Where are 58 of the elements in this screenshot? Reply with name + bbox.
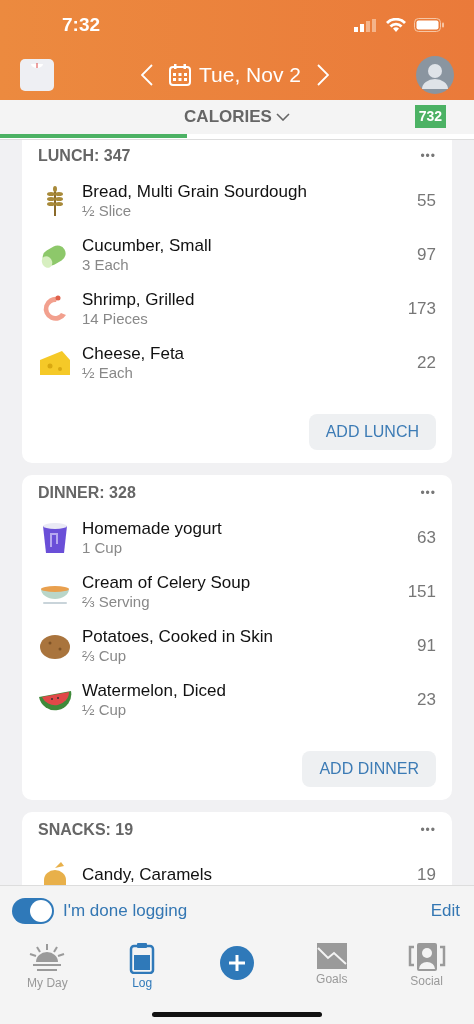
- food-calories: 23: [417, 689, 436, 712]
- meal-title: DINNER: 328: [38, 483, 136, 503]
- food-portion: 3 Each: [82, 256, 130, 275]
- food-name[interactable]: Candy, Caramels: [82, 864, 418, 885]
- food-portion: ⅔ Serving: [82, 593, 151, 612]
- food-calories: 91: [417, 635, 436, 658]
- calendar-icon: [169, 64, 192, 86]
- food-name[interactable]: Shrimp, Grilled: [82, 289, 408, 311]
- chart-icon: [315, 942, 348, 970]
- wifi-icon: [386, 18, 406, 32]
- food-name[interactable]: Watermelon, Diced: [82, 680, 418, 702]
- next-chevron-icon[interactable]: [316, 64, 329, 86]
- calories-remaining-badge: 732: [414, 105, 446, 128]
- food-name[interactable]: Potatoes, Cooked in Skin: [82, 626, 418, 648]
- edit-link[interactable]: Edit: [430, 898, 460, 924]
- food-calories: 151: [407, 581, 436, 604]
- food-calories: 19: [417, 864, 436, 885]
- clipboard-icon: [129, 942, 156, 974]
- food-name[interactable]: Cheese, Feta: [82, 343, 418, 365]
- done-logging-toggle[interactable]: [12, 898, 54, 924]
- log-tab[interactable]: Log: [94, 936, 190, 992]
- food-portion: ⅔ Cup: [82, 647, 128, 666]
- food-calories: 22: [417, 352, 436, 375]
- add-meal-button[interactable]: ADD DINNER: [302, 751, 436, 787]
- chevron-down-icon: [275, 113, 290, 121]
- meal-title: LUNCH: 347: [38, 146, 131, 166]
- date-label[interactable]: Tue, Nov 2: [199, 59, 301, 91]
- add-meal-button[interactable]: ADD LUNCH: [308, 414, 436, 450]
- food-name[interactable]: Homemade yogurt: [82, 518, 418, 540]
- food-calories: 63: [417, 527, 436, 550]
- people-icon: [406, 942, 447, 972]
- food-calories: 97: [417, 244, 436, 267]
- signal-icon: [354, 18, 378, 32]
- more-menu-button[interactable]: •••: [420, 484, 436, 502]
- food-portion: ½ Cup: [82, 701, 128, 720]
- food-name[interactable]: Cream of Celery Soup: [82, 572, 408, 594]
- calories-dropdown[interactable]: CALORIES: [184, 104, 290, 130]
- plus-icon: [220, 946, 254, 980]
- scale-icon[interactable]: [20, 59, 54, 91]
- more-menu-button[interactable]: •••: [420, 821, 436, 839]
- food-calories: 173: [407, 298, 436, 321]
- previous-chevron-icon[interactable]: [141, 64, 154, 86]
- food-portion: 14 Pieces: [82, 310, 149, 329]
- more-menu-button[interactable]: •••: [420, 147, 436, 165]
- avatar[interactable]: [416, 56, 454, 94]
- clock: 7:32: [62, 12, 101, 37]
- battery-icon: [414, 18, 444, 32]
- food-name[interactable]: Bread, Multi Grain Sourdough: [82, 181, 418, 203]
- social-tab[interactable]: Social: [379, 936, 474, 990]
- done-logging-label: I'm done logging: [63, 900, 189, 923]
- goals-tab[interactable]: Goals: [284, 936, 380, 988]
- food-name[interactable]: Cucumber, Small: [82, 235, 418, 257]
- food-calories: 55: [417, 190, 436, 213]
- food-portion: ½ Each: [82, 364, 134, 383]
- my-day-tab[interactable]: My Day: [0, 936, 95, 992]
- meal-title: SNACKS: 19: [38, 820, 134, 840]
- food-portion: 1 Cup: [82, 539, 124, 558]
- food-portion: ½ Slice: [82, 202, 133, 221]
